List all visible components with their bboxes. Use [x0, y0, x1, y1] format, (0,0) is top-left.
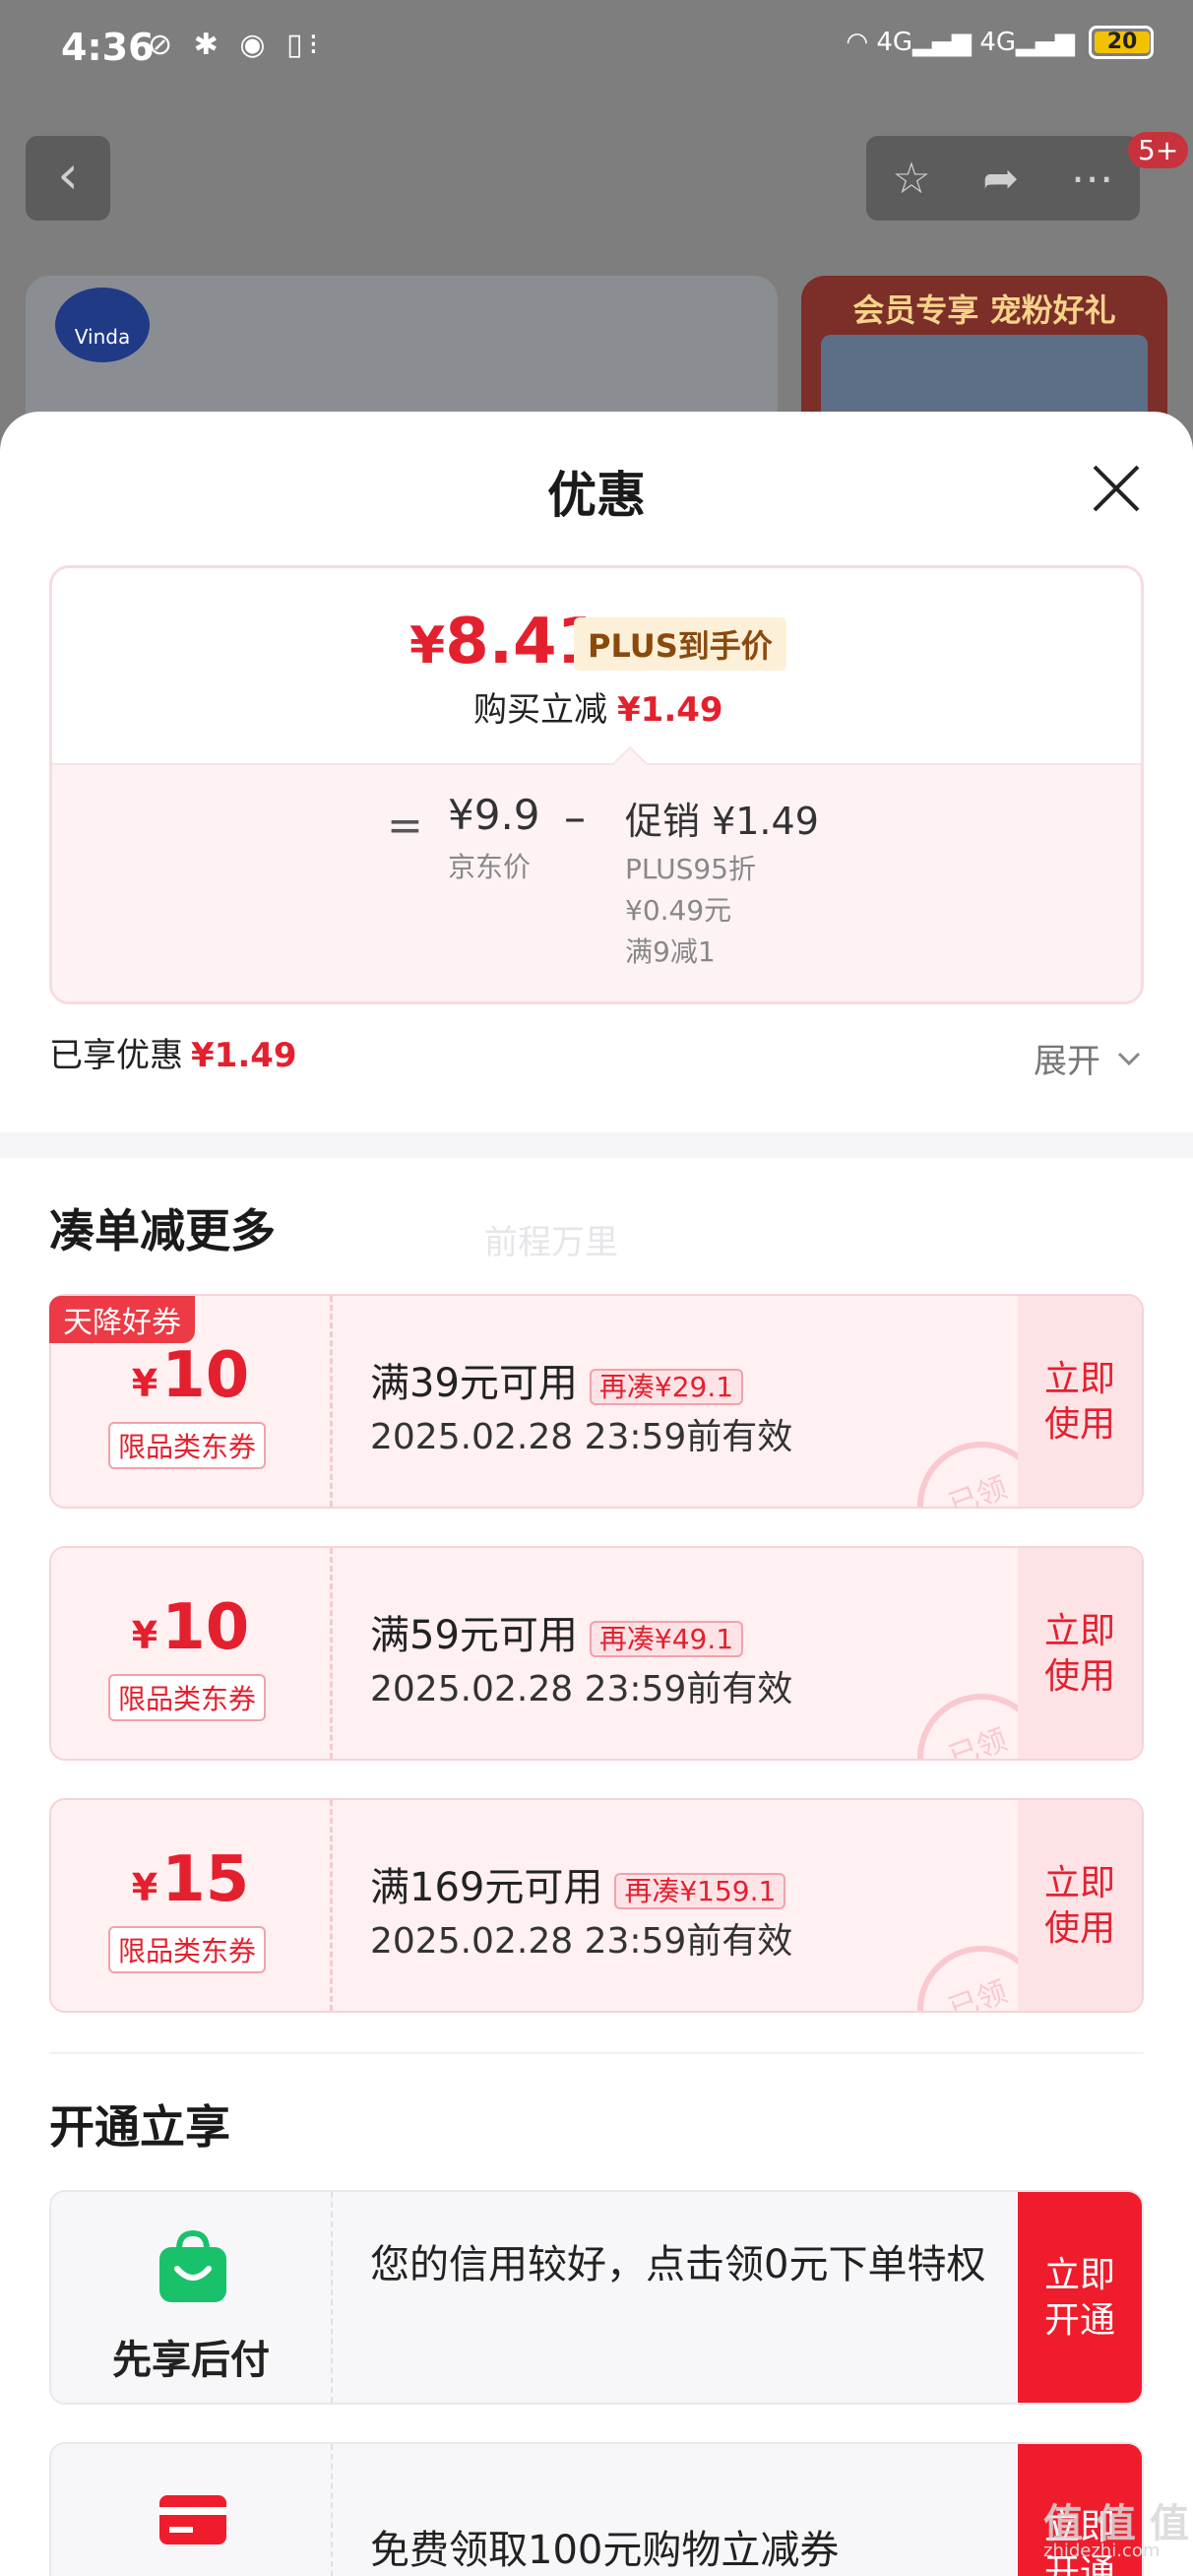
enjoyed-label: 已享优惠 [49, 1036, 183, 1075]
activate-button[interactable]: 立即 开通 [1018, 2192, 1142, 2403]
enjoyed-amount: ¥1.49 [191, 1036, 297, 1075]
coupon-condition: 满169元可用 再凑¥159.1 [370, 1855, 786, 1912]
chevron-down-icon[interactable] [1116, 1050, 1142, 1067]
plus-price-tag: PLUS到手价 [574, 617, 786, 671]
vinda-logo: Vinda [55, 288, 150, 362]
status-left-icons: ⊘ ✱ ◉ ▯⁝ [148, 28, 325, 62]
status-bar: 4:36 ⊘ ✱ ◉ ▯⁝ ◠ 4G▂▄▆ 4G▂▄▆ 20 [0, 0, 1193, 98]
share-icon[interactable]: ➦ [982, 154, 1019, 204]
section-title-more: 凑单减更多 [49, 1204, 276, 1257]
section-title-open: 开通立享 [49, 2100, 230, 2154]
coupon-category: 限品类东券 [108, 1422, 267, 1469]
equals-sign: = [387, 801, 423, 851]
section-divider [0, 1132, 1193, 1158]
signal-icons: ◠ 4G▂▄▆ 4G▂▄▆ [846, 28, 1075, 57]
benefit-left: 先享后付 [51, 2192, 333, 2403]
benefit-desc: 您的信用较好，点击领0元下单特权 [370, 2242, 986, 2287]
promo-line: ¥0.49元 [625, 894, 732, 927]
coupon-condition-text: 满169元可用 [370, 1865, 603, 1910]
coupon-amount-value: 15 [161, 1843, 250, 1916]
coupon-amount-value: 10 [161, 1591, 250, 1664]
currency-symbol: ¥ [131, 1614, 158, 1657]
more-icon[interactable]: ⋯ [1071, 154, 1114, 204]
jd-price: ¥9.9 [448, 791, 540, 839]
expand-button[interactable]: 展开 [1034, 1034, 1100, 1082]
coupon-category: 限品类东券 [108, 1674, 267, 1721]
favorite-icon[interactable]: ☆ [892, 154, 930, 204]
shopping-bag-icon [159, 2229, 226, 2302]
coupon-amount-value: 10 [161, 1339, 250, 1412]
benefit-name: 先享后付 [112, 2338, 270, 2383]
buy-reduce: 购买立减 ¥1.49 [473, 682, 723, 731]
coupon-card[interactable]: ¥10 限品类东券 满39元可用 再凑¥29.1 2025.02.28 23:59… [49, 1294, 1144, 1509]
coupon-tag: 天降好券 [49, 1296, 195, 1343]
enjoyed-discount: 已享优惠 ¥1.49 [49, 1028, 297, 1076]
back-button[interactable]: ‹ [26, 136, 110, 221]
coupon-condition-text: 满39元可用 [370, 1361, 578, 1406]
coupon-date: 2025.02.28 23:59前有效 [370, 1417, 793, 1457]
coupon-extra: 再凑¥49.1 [589, 1621, 744, 1657]
promo-line: PLUS95折 [625, 853, 756, 885]
coupon-category: 限品类东券 [108, 1926, 267, 1973]
final-price: ¥8.41 [409, 606, 600, 678]
use-now-button[interactable]: 立即 使用 [1018, 1548, 1142, 1759]
benefit-card[interactable]: 免费领取100元购物立减券 立即 开通 [49, 2442, 1144, 2576]
action-line: 立即 [1043, 1863, 1115, 1903]
coupon-condition: 满39元可用 再凑¥29.1 [370, 1351, 744, 1408]
status-right: ◠ 4G▂▄▆ 4G▂▄▆ 20 [846, 26, 1154, 59]
section-divider-line [49, 2052, 1144, 2054]
background-page: 4:36 ⊘ ✱ ◉ ▯⁝ ◠ 4G▂▄▆ 4G▂▄▆ 20 ‹ ☆ ➦ ⋯ 5… [0, 0, 1193, 512]
price-breakdown [52, 763, 1141, 1001]
promo-amount: 促销 ¥1.49 [625, 800, 819, 843]
buy-reduce-amount: ¥1.49 [617, 690, 723, 730]
jd-price-label: 京东价 [448, 851, 532, 883]
action-line: 立即 [1043, 1611, 1115, 1651]
watermark-text: 前程万里 [484, 1223, 618, 1262]
battery-level: 20 [1095, 32, 1150, 53]
site-watermark-url: zhidezhi.com [1043, 2541, 1161, 2561]
action-line: 使用 [1043, 1404, 1115, 1445]
minus-sign: – [564, 793, 586, 843]
benefit-left [51, 2444, 333, 2576]
coupon-condition-text: 满59元可用 [370, 1613, 578, 1658]
status-time: 4:36 [61, 26, 155, 69]
coupon-amount: ¥10 [51, 1591, 330, 1664]
currency-symbol: ¥ [131, 1362, 158, 1405]
benefit-desc: 免费领取100元购物立减券 [370, 2528, 840, 2573]
use-now-button[interactable]: 立即 使用 [1018, 1800, 1142, 2011]
discount-sheet: 优惠 ¥8.41 PLUS到手价 购买立减 ¥1.49 = ¥9.9 京东价 – … [0, 412, 1193, 2576]
coupon-left: ¥15 限品类东券 [51, 1800, 333, 2011]
message-badge: 5+ [1128, 132, 1189, 168]
action-line: 立即 [1043, 2255, 1115, 2295]
top-actions: ☆ ➦ ⋯ [866, 136, 1140, 221]
promo-line: 满9减1 [625, 935, 716, 968]
action-line: 使用 [1043, 1656, 1115, 1697]
buy-reduce-label: 购买立减 [473, 690, 607, 730]
price-summary-card: ¥8.41 PLUS到手价 购买立减 ¥1.49 = ¥9.9 京东价 – 促销 … [49, 565, 1144, 1004]
coupon-card[interactable]: ¥15 限品类东券 满169元可用 再凑¥159.1 2025.02.28 23:… [49, 1798, 1144, 2013]
card-icon [159, 2495, 226, 2544]
coupon-card[interactable]: ¥10 限品类东券 满59元可用 再凑¥49.1 2025.02.28 23:59… [49, 1546, 1144, 1761]
coupon-date: 2025.02.28 23:59前有效 [370, 1669, 793, 1709]
member-promo-title: 会员专享 宠粉好礼 [852, 291, 1116, 329]
coupon-condition: 满59元可用 再凑¥49.1 [370, 1603, 744, 1660]
coupon-date: 2025.02.28 23:59前有效 [370, 1921, 793, 1962]
action-line: 使用 [1043, 1908, 1115, 1949]
battery-icon: 20 [1089, 26, 1154, 59]
coupon-extra: 再凑¥159.1 [614, 1873, 786, 1909]
benefit-card[interactable]: 先享后付 您的信用较好，点击领0元下单特权 立即开通 [49, 2190, 1144, 2405]
coupon-amount: ¥10 [51, 1339, 330, 1412]
currency-symbol: ¥ [131, 1866, 158, 1909]
coupon-left: ¥10 限品类东券 [51, 1548, 333, 1759]
sheet-title: 优惠 [547, 467, 646, 524]
final-price-symbol: ¥ [409, 616, 446, 676]
coupon-amount: ¥15 [51, 1843, 330, 1916]
close-icon[interactable] [1089, 461, 1144, 516]
use-now-button[interactable]: 立即 使用 [1018, 1296, 1142, 1507]
action-line: 立即 [1043, 1359, 1115, 1399]
action-line: 开通 [1043, 2300, 1115, 2341]
coupon-extra: 再凑¥29.1 [589, 1369, 744, 1405]
